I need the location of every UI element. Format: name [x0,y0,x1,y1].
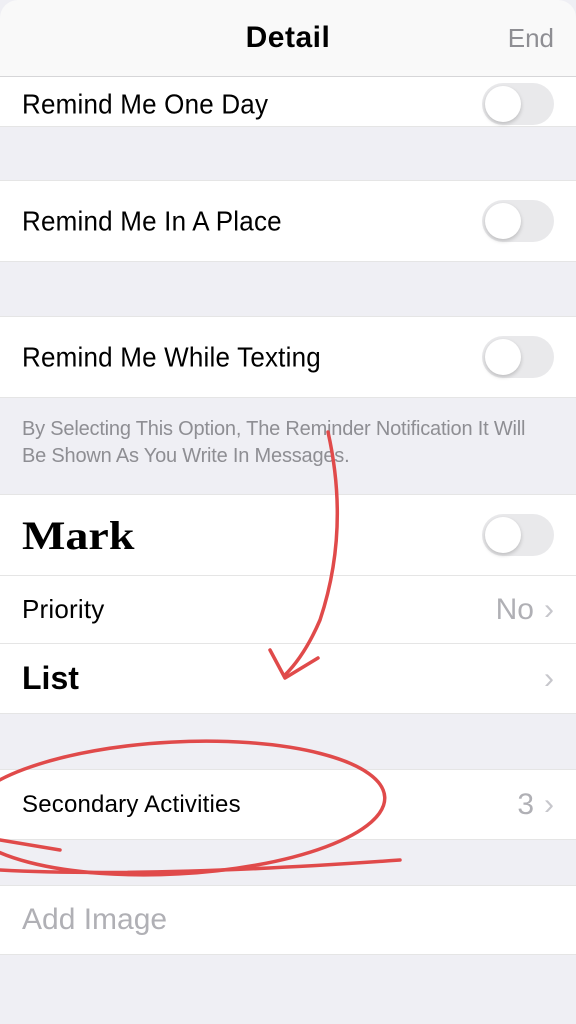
remind-place-label: Remind Me In A Place [22,205,282,238]
row-add-image[interactable]: Add Image [0,885,576,955]
priority-value: No [496,593,534,627]
list-label: List [22,660,79,697]
remind-texting-toggle[interactable] [482,336,554,378]
secondary-activities-label: Secondary Activities [22,791,241,819]
texting-footer-text: By Selecting This Option, The Reminder N… [0,398,576,494]
row-remind-one-day[interactable]: Remind Me One Day [0,77,576,127]
chevron-right-icon: › [544,662,554,696]
secondary-activities-value: 3 [517,788,534,822]
page-title: Detail [246,21,331,55]
chevron-right-icon: › [544,788,554,822]
remind-one-day-toggle[interactable] [482,83,554,125]
row-remind-place[interactable]: Remind Me In A Place [0,180,576,262]
chevron-right-icon: › [544,593,554,627]
add-image-label: Add Image [22,903,167,937]
row-list[interactable]: List › [0,644,576,714]
row-remind-texting[interactable]: Remind Me While Texting [0,316,576,398]
row-priority[interactable]: Priority No › [0,576,576,644]
mark-label: Mark [22,512,134,559]
remind-one-day-label: Remind Me One Day [22,88,268,121]
row-secondary-activities[interactable]: Secondary Activities 3 › [0,769,576,840]
mark-toggle[interactable] [482,514,554,556]
remind-texting-label: Remind Me While Texting [22,341,321,374]
remind-place-toggle[interactable] [482,200,554,242]
priority-label: Priority [22,594,105,625]
row-mark[interactable]: Mark [0,494,576,576]
end-button[interactable]: End [508,23,554,54]
header: Detail End [0,0,576,77]
